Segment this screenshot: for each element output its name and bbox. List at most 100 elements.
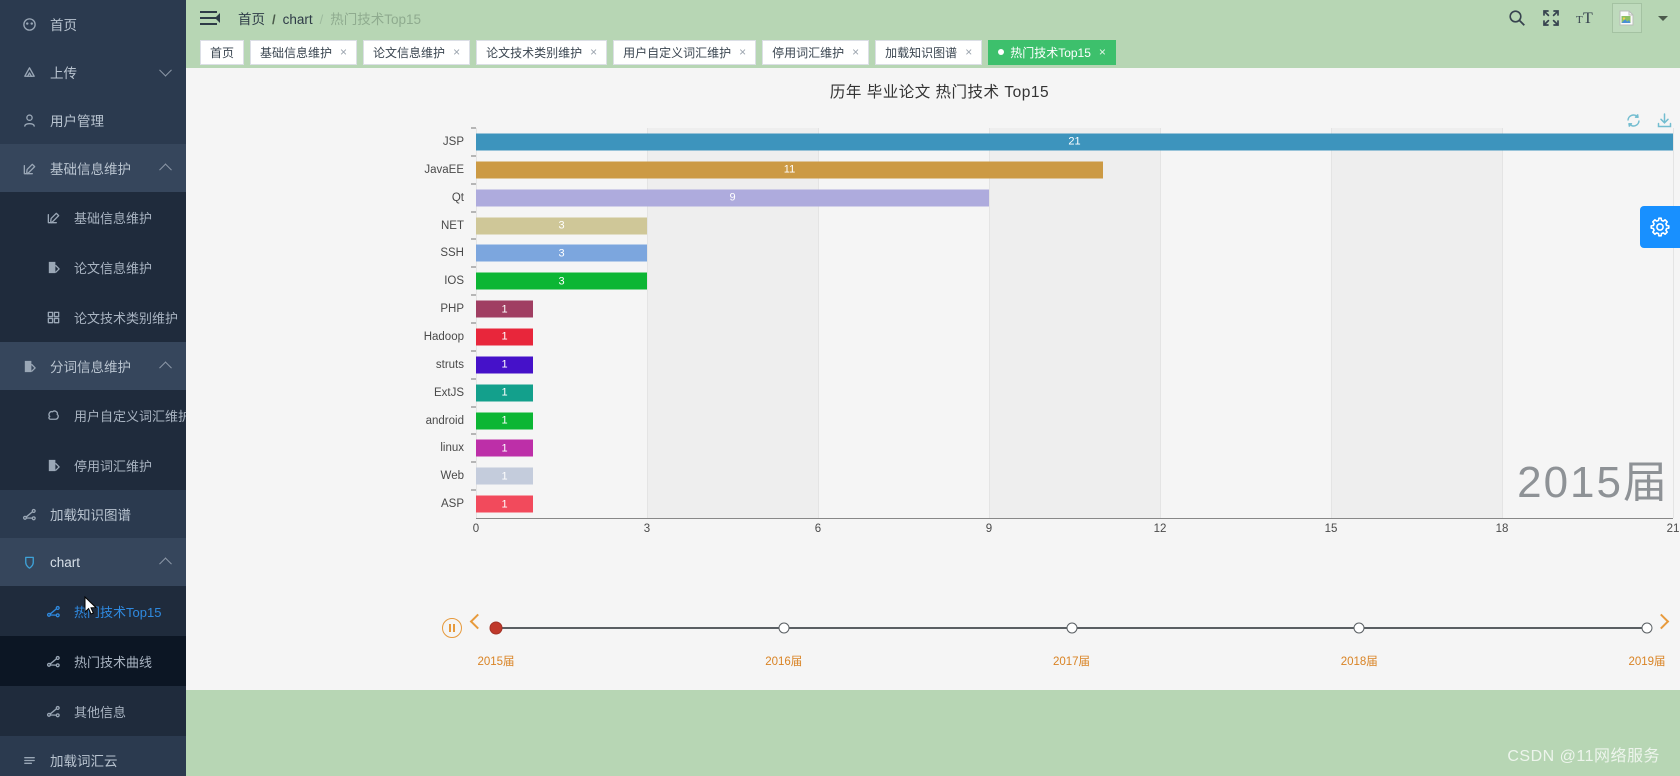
sidebar-item-11[interactable]: chart: [0, 538, 186, 586]
gridline: [1331, 128, 1332, 518]
gridline: [647, 128, 648, 518]
close-icon[interactable]: ×: [453, 46, 460, 58]
y-axis-tick-label: JSP: [442, 135, 464, 148]
bar-NET[interactable]: 3: [476, 217, 647, 234]
x-axis-tick-label: 21: [1666, 523, 1680, 535]
bar-Qt[interactable]: 9: [476, 189, 989, 207]
sidebar-item-3[interactable]: 基础信息维护: [0, 144, 186, 192]
bar-Hadoop[interactable]: 1: [476, 328, 533, 346]
sidebar-item-15[interactable]: 加载词汇云: [0, 736, 186, 776]
timeline-prev-button[interactable]: [469, 613, 486, 630]
sidebar-item-13[interactable]: 热门技术曲线: [0, 636, 186, 686]
search-icon[interactable]: [1508, 9, 1526, 27]
bar-ASP[interactable]: 1: [476, 495, 533, 513]
tab-1[interactable]: 基础信息维护 ×: [250, 39, 358, 65]
bar-value-label: 1: [501, 498, 508, 511]
sidebar-item-0[interactable]: 首页: [0, 0, 186, 48]
close-icon[interactable]: ×: [739, 46, 746, 58]
tab-0[interactable]: 首页: [200, 39, 245, 65]
gear-icon[interactable]: [1640, 206, 1680, 248]
sidebar-item-4[interactable]: 基础信息维护: [0, 192, 186, 242]
tab-label: 基础信息维护: [260, 45, 333, 60]
sidebar-item-label: 其他信息: [74, 704, 127, 720]
bar-ExtJS[interactable]: 1: [476, 384, 533, 402]
sidebar-submenu: 基础信息维护 论文信息维护 论文技术类别维护: [0, 192, 186, 342]
breadcrumb-item-1[interactable]: chart: [283, 12, 313, 27]
bar-SSH[interactable]: 3: [476, 244, 647, 262]
sidebar-item-5[interactable]: 论文信息维护: [0, 242, 186, 292]
bar-value-label: 21: [1068, 135, 1081, 148]
sidebar-item-10[interactable]: 加载知识图谱: [0, 490, 186, 538]
gridline: [989, 128, 990, 518]
close-icon[interactable]: ×: [852, 46, 859, 58]
close-icon[interactable]: ×: [1099, 46, 1106, 58]
sidebar-item-label: 基础信息维护: [50, 162, 131, 177]
tab-6[interactable]: 加载知识图谱 ×: [875, 39, 983, 65]
sidebar-item-1[interactable]: 上传: [0, 48, 186, 96]
tab-4[interactable]: 用户自定义词汇维护 ×: [613, 39, 757, 65]
tab-label: 论文信息维护: [373, 45, 446, 60]
timeline-node-label: 2015届: [477, 656, 515, 668]
y-axis-tick-label: android: [425, 414, 464, 427]
bar-JavaEE[interactable]: 11: [476, 161, 1103, 179]
bar-value-label: 1: [501, 386, 508, 399]
tab-2[interactable]: 论文信息维护 ×: [363, 39, 471, 65]
timeline-node-2[interactable]: [1066, 622, 1077, 634]
play-pause-button[interactable]: [442, 618, 462, 638]
y-axis-tick: [471, 294, 476, 296]
timeline-node-1[interactable]: [778, 622, 790, 634]
chart-icon: [20, 553, 38, 571]
timeline-node-4[interactable]: [1641, 622, 1653, 634]
text-size-icon[interactable]: T T: [1576, 9, 1596, 27]
y-axis-tick-label: Web: [440, 470, 464, 483]
sidebar-item-7[interactable]: 分词信息维护: [0, 342, 186, 390]
fullscreen-icon[interactable]: [1542, 9, 1560, 27]
sidebar-item-label: 加载知识图谱: [50, 508, 131, 523]
close-icon[interactable]: ×: [965, 46, 972, 58]
sidebar-item-6[interactable]: 论文技术类别维护: [0, 292, 186, 342]
sidebar-item-label: 热门技术曲线: [74, 654, 153, 670]
gridline: [1673, 128, 1674, 518]
sidebar-item-14[interactable]: 其他信息: [0, 686, 186, 736]
tab-label: 首页: [210, 45, 235, 60]
bar-IOS[interactable]: 3: [476, 272, 647, 290]
doc-icon: [44, 456, 62, 474]
timeline-node-0[interactable]: [489, 621, 503, 635]
breadcrumb-item-0[interactable]: 首页: [238, 12, 265, 27]
tab-5[interactable]: 停用词汇维护 ×: [762, 39, 870, 65]
chevron-up-icon: [159, 557, 172, 571]
timeline-next-button[interactable]: [1653, 613, 1670, 630]
timeline-track[interactable]: 2015届 2016届 2017届 2018届 2019届: [477, 621, 1666, 668]
close-icon[interactable]: ×: [340, 46, 347, 58]
tab-3[interactable]: 论文技术类别维护 ×: [476, 39, 608, 65]
bar-linux[interactable]: 1: [476, 439, 533, 457]
sidebar-item-9[interactable]: 停用词汇维护: [0, 440, 186, 490]
header-actions: T T: [1508, 0, 1668, 36]
breadcrumb-item-2[interactable]: 热门技术Top15: [330, 12, 421, 27]
x-axis-tick-label: 3: [643, 523, 651, 535]
tab-strip: 首页 基础信息维护 × 论文信息维护 × 论文技术类别维护 × 用户自定义词汇维护 × 停用词汇维…: [186, 36, 1680, 68]
bar-PHP[interactable]: 1: [476, 300, 533, 318]
tab-7[interactable]: 热门技术Top15 ×: [988, 39, 1116, 65]
bar-struts[interactable]: 1: [476, 356, 533, 374]
svg-text:T: T: [1576, 14, 1583, 26]
tab-active-dot: [998, 49, 1005, 55]
bar-value-label: 3: [558, 275, 565, 288]
sidebar-item-12[interactable]: 热门技术Top15: [0, 586, 186, 636]
content-panel: 历年 毕业论文 热门技术 Top15 JSP JavaEE Qt NET SSH…: [186, 68, 1680, 690]
close-icon[interactable]: ×: [590, 46, 597, 58]
bar-Web[interactable]: 1: [476, 467, 533, 485]
sidebar-item-2[interactable]: 用户管理: [0, 96, 186, 144]
avatar[interactable]: [1612, 3, 1642, 33]
sidebar-item-8[interactable]: 用户自定义词汇维护: [0, 390, 186, 440]
graph-icon: [44, 702, 62, 720]
sidebar-item-label: 用户自定义词汇维护: [74, 408, 186, 424]
bar-JSP[interactable]: 21: [476, 133, 1673, 151]
chevron-down-icon[interactable]: [1658, 15, 1668, 21]
doc-icon: [20, 357, 38, 375]
share-icon: [44, 406, 62, 424]
sidebar-item-label: 上传: [50, 66, 77, 81]
hamburger-icon[interactable]: [200, 10, 220, 26]
bar-android[interactable]: 1: [476, 412, 533, 429]
timeline-node-3[interactable]: [1353, 622, 1365, 634]
